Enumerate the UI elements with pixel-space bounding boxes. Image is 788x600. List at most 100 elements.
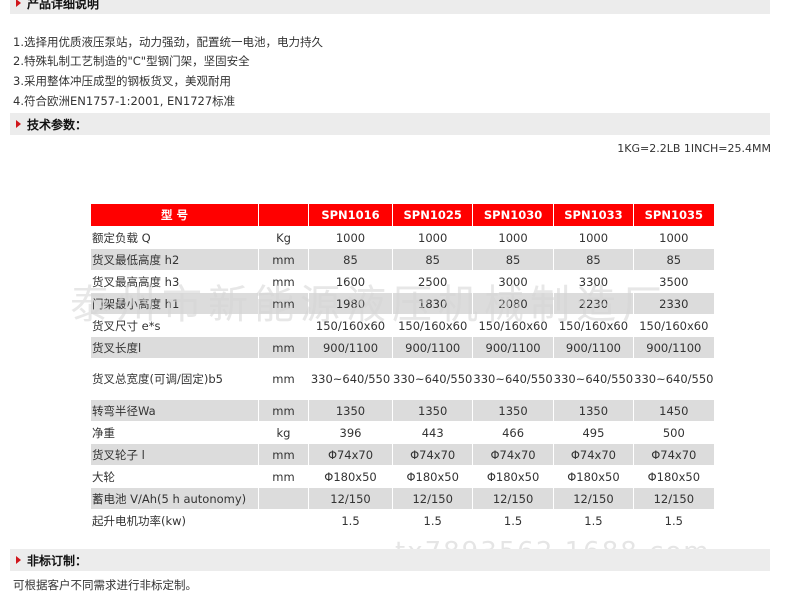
value-cell: Φ180x50: [552, 465, 635, 488]
value-cell: Φ180x50: [308, 465, 393, 488]
value-cell: Φ74x70: [552, 443, 635, 466]
value-cell: 12/150: [308, 487, 393, 510]
spec-label-cell: 蓄电池 V/Ah(5 h autonomy): [90, 487, 259, 510]
table-row: 大轮 mm Φ180x50 Φ180x50 Φ180x50 Φ180x50 Φ180x50: [90, 465, 715, 488]
value-cell: 2230: [552, 292, 635, 315]
section-title: 产品详细说明: [27, 0, 100, 11]
value-cell: 900/1100: [308, 336, 393, 359]
value-cell: 1350: [391, 399, 474, 422]
spec-label-cell: 货叉长度l: [90, 336, 259, 359]
table-row: 货叉尺寸 e*s 150/160x60 150/160x60 150/160x60 15…: [90, 314, 715, 337]
unit-conversion-note: 1KG=2.2LB 1INCH=25.4MM: [617, 142, 771, 155]
spec-label-cell: 起升电机功率(kw): [90, 509, 259, 532]
table-header-row: 型 号 SPN1016 SPN1025 SPN1030 SPN1033 SPN1…: [90, 203, 715, 227]
value-cell: 85: [633, 248, 715, 271]
value-cell: 85: [308, 248, 393, 271]
value-cell: 330~640/550: [552, 358, 635, 400]
value-cell: Φ74x70: [308, 443, 393, 466]
spec-label-cell: 货叉最高高度 h3: [90, 270, 259, 293]
value-cell: 466: [472, 421, 554, 444]
value-cell: 2500: [391, 270, 474, 293]
table-row: 货叉总宽度(可调/固定)b5 mm 330~640/550 330~640/550 33…: [90, 358, 715, 400]
spec-label-cell: 货叉总宽度(可调/固定)b5: [90, 358, 259, 400]
value-cell: 150/160x60: [472, 314, 554, 337]
value-cell: 85: [472, 248, 554, 271]
spec-label-cell: 货叉最低高度 h2: [90, 248, 259, 271]
spec-label-cell: 额定负载 Q: [90, 226, 259, 249]
table-row: 货叉长度l mm 900/1100 900/1100 900/1100 900/1100 9…: [90, 336, 715, 359]
bullet-triangle-icon: [16, 120, 21, 128]
value-cell: 900/1100: [633, 336, 715, 359]
header-cell: SPN1033: [552, 203, 635, 227]
value-cell: 1.5: [472, 509, 554, 532]
unit-cell: mm: [258, 443, 309, 466]
value-cell: 1350: [308, 399, 393, 422]
value-cell: 3000: [472, 270, 554, 293]
table-row: 净重 kg 396 443 466 495 500: [90, 421, 715, 444]
value-cell: 396: [308, 421, 393, 444]
value-cell: Φ74x70: [391, 443, 474, 466]
spec-label-cell: 货叉轮子 l: [90, 443, 259, 466]
table-row: 货叉最高高度 h3 mm 1600 2500 3000 3300 3500: [90, 270, 715, 293]
value-cell: 1000: [552, 226, 635, 249]
value-cell: 150/160x60: [308, 314, 393, 337]
header-cell: SPN1030: [472, 203, 554, 227]
value-cell: 85: [552, 248, 635, 271]
table-row: 门架最小高度 h1 mm 1980 1830 2080 2230 2330: [90, 292, 715, 315]
table-row: 转弯半径Wa mm 1350 1350 1350 1350 1450: [90, 399, 715, 422]
value-cell: 1.5: [391, 509, 474, 532]
section-title: 非标订制：: [27, 553, 88, 568]
value-cell: Φ180x50: [633, 465, 715, 488]
value-cell: 3300: [552, 270, 635, 293]
value-cell: 1350: [552, 399, 635, 422]
value-cell: 2080: [472, 292, 554, 315]
section-header-custom: 非标订制：: [10, 549, 770, 571]
spec-label-cell: 大轮: [90, 465, 259, 488]
custom-note: 可根据客户不同需求进行非标定制。: [13, 578, 197, 592]
value-cell: Φ74x70: [633, 443, 715, 466]
unit-cell: mm: [258, 399, 309, 422]
value-cell: 150/160x60: [391, 314, 474, 337]
value-cell: 443: [391, 421, 474, 444]
unit-cell: kg: [258, 421, 309, 444]
value-cell: 1.5: [308, 509, 393, 532]
value-cell: 1.5: [552, 509, 635, 532]
value-cell: Φ180x50: [472, 465, 554, 488]
value-cell: 150/160x60: [552, 314, 635, 337]
unit-cell: [258, 509, 309, 532]
table-row: 起升电机功率(kw) 1.5 1.5 1.5 1.5 1.5: [90, 509, 715, 532]
value-cell: 1000: [308, 226, 393, 249]
value-cell: 12/150: [633, 487, 715, 510]
value-cell: 1000: [633, 226, 715, 249]
table-row: 额定负载 Q Kg 1000 1000 1000 1000 1000: [90, 226, 715, 249]
value-cell: 2330: [633, 292, 715, 315]
value-cell: 330~640/550: [391, 358, 474, 400]
header-cell: SPN1035: [633, 203, 715, 227]
bullet-triangle-icon: [16, 0, 21, 7]
value-cell: 1830: [391, 292, 474, 315]
value-cell: 330~640/550: [472, 358, 554, 400]
value-cell: 1980: [308, 292, 393, 315]
unit-cell: mm: [258, 465, 309, 488]
unit-cell: mm: [258, 248, 309, 271]
value-cell: 1000: [472, 226, 554, 249]
value-cell: 1450: [633, 399, 715, 422]
value-cell: 1000: [391, 226, 474, 249]
value-cell: 900/1100: [391, 336, 474, 359]
value-cell: 900/1100: [472, 336, 554, 359]
unit-cell: mm: [258, 270, 309, 293]
bullet-triangle-icon: [16, 556, 21, 564]
feature-item: 3.采用整体冲压成型的钢板货叉，美观耐用: [13, 74, 231, 88]
table-row: 蓄电池 V/Ah(5 h autonomy) 12/150 12/150 12/150…: [90, 487, 715, 510]
value-cell: 12/150: [472, 487, 554, 510]
spec-label-cell: 净重: [90, 421, 259, 444]
value-cell: Φ180x50: [391, 465, 474, 488]
value-cell: 12/150: [552, 487, 635, 510]
header-cell: 型 号: [90, 203, 259, 227]
value-cell: Φ74x70: [472, 443, 554, 466]
value-cell: 1.5: [633, 509, 715, 532]
section-header-details: 产品详细说明: [10, 0, 770, 14]
unit-cell: Kg: [258, 226, 309, 249]
header-cell: SPN1025: [391, 203, 474, 227]
unit-cell: mm: [258, 336, 309, 359]
